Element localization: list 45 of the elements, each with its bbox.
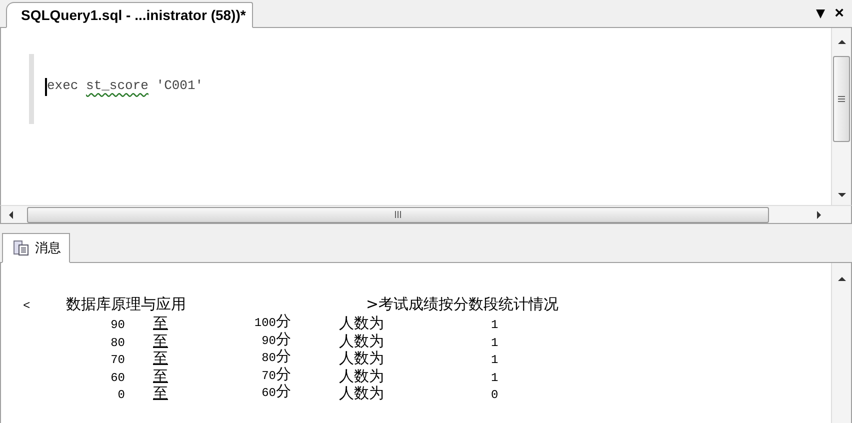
scroll-left-icon[interactable] xyxy=(7,210,15,220)
message-text: 60分 xyxy=(260,383,291,402)
message-text: 1 xyxy=(491,370,500,384)
vertical-scrollbar[interactable] xyxy=(831,263,851,423)
close-button[interactable]: × xyxy=(834,6,844,22)
vertical-scrollbar[interactable] xyxy=(831,28,851,205)
scroll-down-icon[interactable] xyxy=(836,191,846,199)
message-text: 至 xyxy=(153,315,169,332)
scroll-thumb[interactable] xyxy=(27,206,769,222)
message-text: 0 xyxy=(491,388,500,402)
message-text: 0 xyxy=(116,388,125,402)
message-text: 70分 xyxy=(260,366,291,384)
scroll-up-icon[interactable] xyxy=(836,38,846,46)
message-text: 人数为 xyxy=(339,368,385,384)
message-text: >考试成绩按分数段统计情况 xyxy=(366,296,560,313)
message-text: 人数为 xyxy=(339,350,385,367)
document-icon xyxy=(13,240,29,256)
message-text: 1 xyxy=(491,336,500,350)
scroll-thumb[interactable] xyxy=(833,56,850,142)
message-text: 人数为 xyxy=(339,315,385,332)
message-text: 80 xyxy=(110,336,125,350)
code-line: exec st_score 'C001' xyxy=(45,78,204,96)
message-text: 至 xyxy=(153,332,169,350)
message-text: 1 xyxy=(491,353,500,367)
message-text: 80分 xyxy=(260,348,291,367)
message-text: 70 xyxy=(110,353,125,367)
change-margin xyxy=(29,54,34,124)
message-text: 至 xyxy=(153,368,169,384)
message-text: < xyxy=(23,299,32,313)
message-text: 1 xyxy=(491,318,500,332)
message-text: 100分 xyxy=(253,313,291,332)
message-text: 90 xyxy=(110,318,125,332)
scroll-up-icon[interactable] xyxy=(836,275,846,283)
message-text: 至 xyxy=(153,350,169,367)
message-text: 90分 xyxy=(260,330,291,349)
messages-tab[interactable]: 消息 xyxy=(2,233,70,263)
horizontal-scrollbar[interactable] xyxy=(0,205,852,224)
message-text: 人数为 xyxy=(339,332,385,350)
document-tab[interactable]: SQLQuery1.sql - ...inistrator (58))* xyxy=(6,2,253,28)
message-text: 至 xyxy=(153,385,169,402)
dropdown-button[interactable]: ▾ xyxy=(816,6,825,22)
message-text: 60 xyxy=(110,370,125,384)
message-text: 数据库原理与应用 xyxy=(66,296,187,313)
scroll-right-icon[interactable] xyxy=(815,210,823,220)
message-text: 人数为 xyxy=(339,385,385,402)
